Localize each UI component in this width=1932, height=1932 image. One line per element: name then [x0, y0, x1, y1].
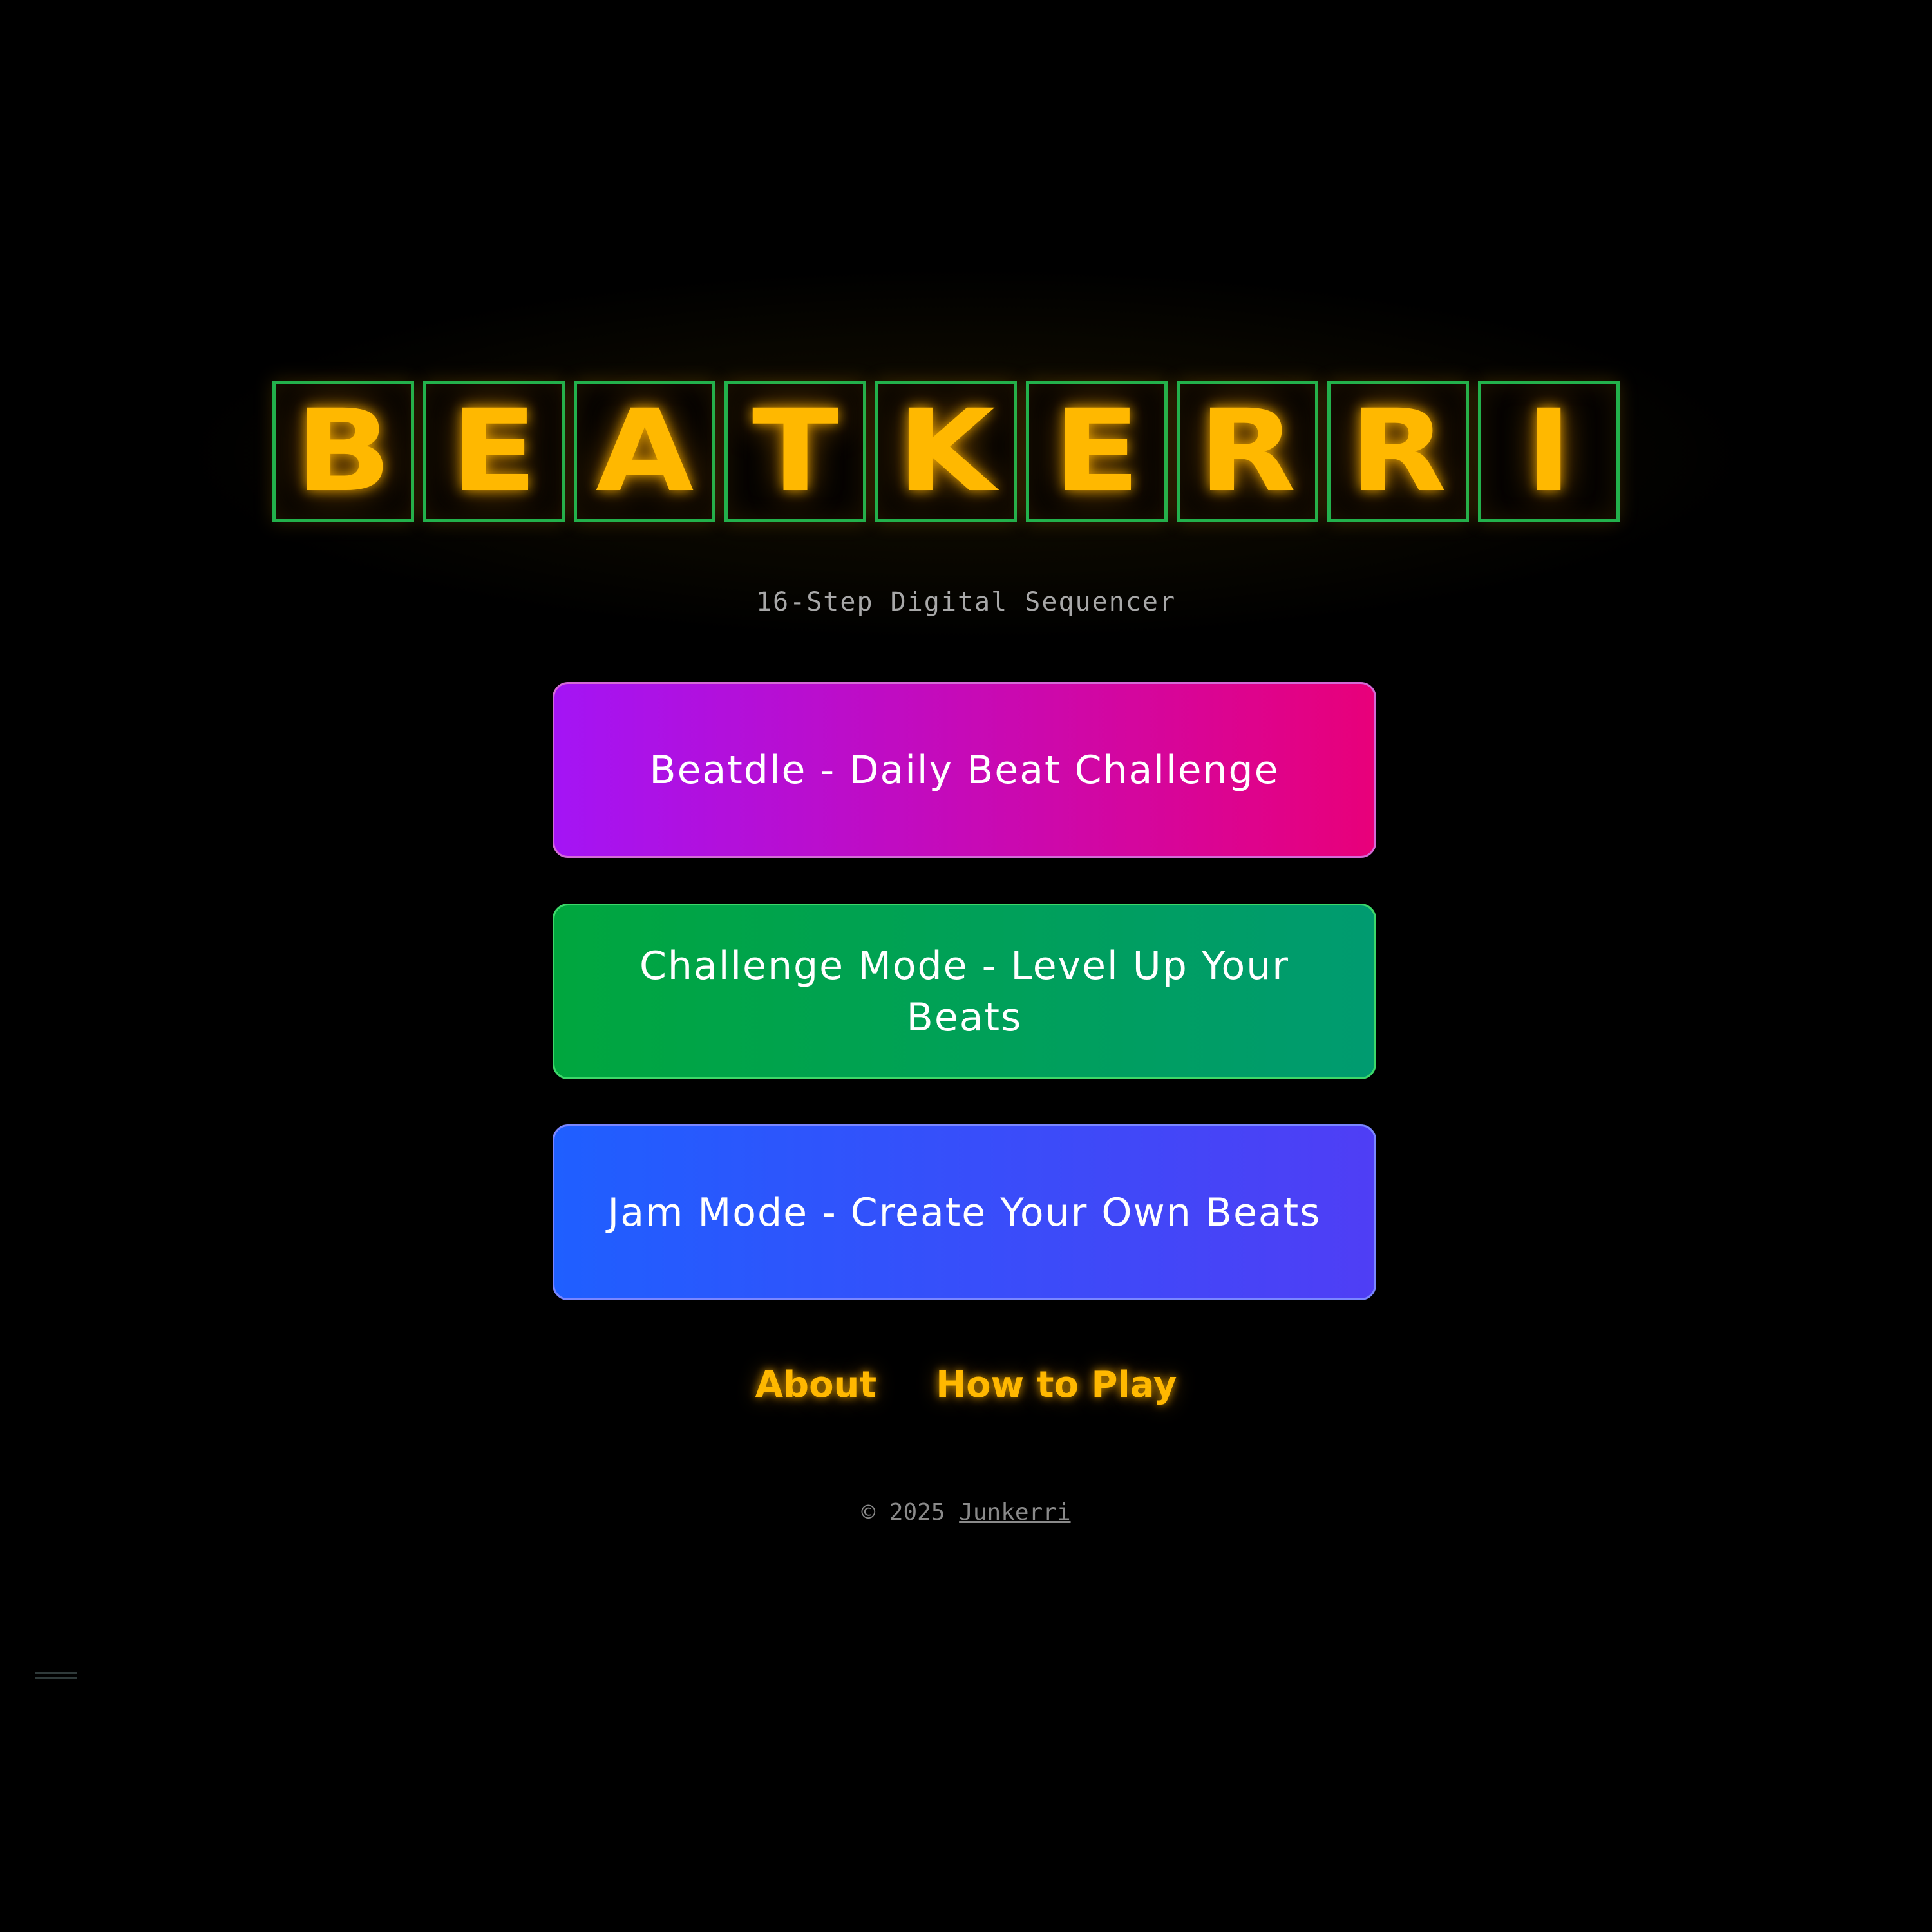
- logo-tile: K: [875, 381, 1017, 522]
- logo-letter: E: [450, 385, 538, 517]
- logo-letter: K: [896, 385, 996, 517]
- footer: © 2025 Junkerri: [0, 1499, 1932, 1526]
- copyright-text: © 2025: [861, 1499, 945, 1526]
- beatdle-button-label: Beatdle - Daily Beat Challenge: [649, 747, 1280, 793]
- challenge-mode-button-label: Challenge Mode - Level Up Your Beats: [639, 943, 1289, 1040]
- jam-mode-button[interactable]: Jam Mode - Create Your Own Beats: [553, 1124, 1376, 1300]
- menu-line: [35, 1672, 77, 1674]
- author-link[interactable]: Junkerri: [959, 1499, 1070, 1526]
- subtitle: 16-Step Digital Sequencer: [755, 587, 1177, 617]
- logo-letter: R: [1349, 385, 1447, 517]
- logo-tile: T: [724, 381, 866, 522]
- beatdle-button[interactable]: Beatdle - Daily Beat Challenge: [553, 682, 1376, 858]
- menu-line: [35, 1677, 77, 1679]
- logo-letter: B: [294, 385, 392, 517]
- logo-letter: A: [595, 385, 694, 517]
- logo-tile: B: [272, 381, 414, 522]
- about-link[interactable]: About: [755, 1364, 877, 1406]
- challenge-mode-button[interactable]: Challenge Mode - Level Up Your Beats: [553, 904, 1376, 1079]
- logo-tile: I: [1478, 381, 1620, 522]
- logo-tile: E: [1026, 381, 1168, 522]
- how-to-play-link[interactable]: How to Play: [936, 1364, 1177, 1406]
- logo-tile: R: [1177, 381, 1318, 522]
- jam-mode-button-label: Jam Mode - Create Your Own Beats: [607, 1189, 1321, 1235]
- logo-letter: R: [1198, 385, 1296, 517]
- logo-letter: E: [1053, 385, 1141, 517]
- logo-tile: A: [574, 381, 715, 522]
- nav-links: About How to Play: [0, 1364, 1932, 1406]
- menu-lines-icon[interactable]: [35, 1672, 77, 1681]
- logo-tile: R: [1327, 381, 1469, 522]
- logo: B E A T K E R R I: [272, 381, 1620, 522]
- logo-tile: E: [423, 381, 565, 522]
- logo-letter: I: [1525, 385, 1573, 517]
- logo-letter: T: [752, 385, 839, 517]
